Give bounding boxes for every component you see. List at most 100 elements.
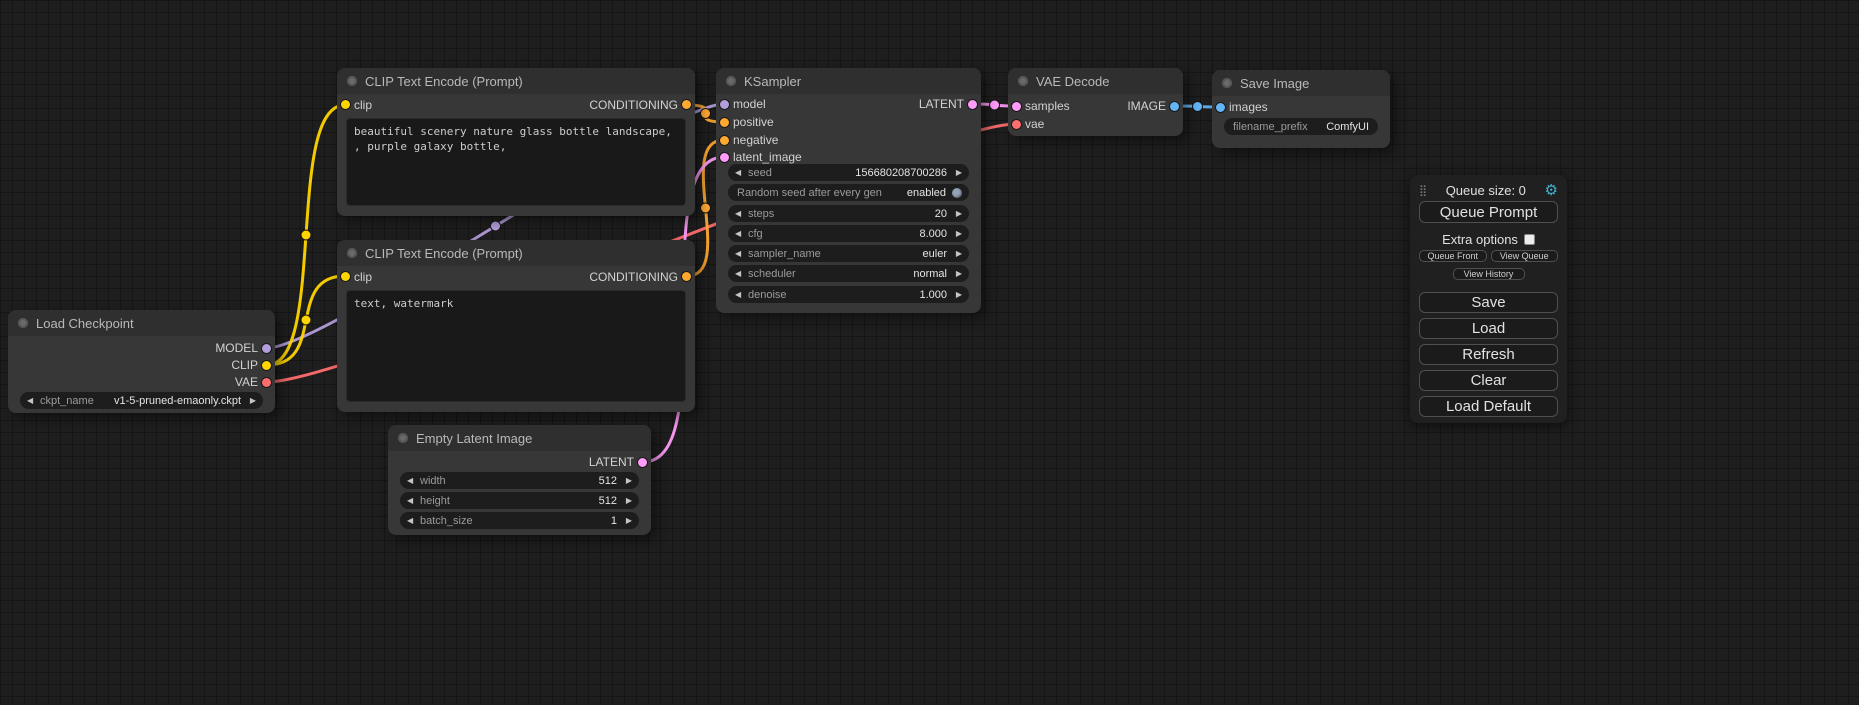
drag-handle-icon[interactable]: ⣿ [1419, 184, 1427, 197]
node-ksampler[interactable]: KSampler model positive negative latent_… [716, 68, 981, 313]
latent-output-port[interactable] [638, 458, 647, 467]
node-title-bar[interactable]: CLIP Text Encode (Prompt) [337, 240, 695, 266]
widget-name: scheduler [748, 268, 796, 280]
conditioning-output-port[interactable] [682, 272, 691, 281]
queue-panel[interactable]: ⣿ Queue size: 0 ⚙ Queue Prompt Extra opt… [1410, 175, 1567, 423]
load-button[interactable]: Load [1419, 318, 1558, 339]
model-output-port[interactable] [262, 344, 271, 353]
widget-denoise[interactable]: ◀ denoise 1.000 ▶ [728, 286, 969, 303]
widget-seed[interactable]: ◀ seed 156680208700286 ▶ [728, 164, 969, 181]
widget-value: normal [913, 268, 947, 280]
node-load-checkpoint[interactable]: Load Checkpoint MODEL CLIP VAE ◀ ckpt_na… [8, 310, 275, 413]
node-vae-decode[interactable]: VAE Decode samples vae IMAGE [1008, 68, 1183, 136]
increment-arrow-icon[interactable]: ▶ [622, 492, 632, 509]
increment-arrow-icon[interactable]: ▶ [622, 472, 632, 489]
images-input-port[interactable] [1216, 103, 1225, 112]
node-title-bar[interactable]: Empty Latent Image [388, 425, 651, 451]
widget-name: ckpt_name [40, 395, 94, 407]
node-title-bar[interactable]: Load Checkpoint [8, 310, 275, 336]
node-title-bar[interactable]: VAE Decode [1008, 68, 1183, 94]
negative-input-port[interactable] [720, 136, 729, 145]
positive-prompt-textarea[interactable]: beautiful scenery nature glass bottle la… [346, 118, 686, 206]
widget-scheduler[interactable]: ◀ scheduler normal ▶ [728, 265, 969, 282]
increment-arrow-icon[interactable]: ▶ [952, 245, 962, 262]
vae-output-label: VAE [235, 374, 258, 390]
increment-arrow-icon[interactable]: ▶ [952, 225, 962, 242]
node-title: KSampler [744, 74, 801, 89]
widget-height[interactable]: ◀ height 512 ▶ [400, 492, 639, 509]
queue-front-button[interactable]: Queue Front [1419, 250, 1487, 262]
increment-arrow-icon[interactable]: ▶ [622, 512, 632, 529]
widget-name: sampler_name [748, 248, 821, 260]
graph-canvas[interactable]: Load Checkpoint MODEL CLIP VAE ◀ ckpt_na… [0, 0, 1859, 705]
clip-input-port[interactable] [341, 100, 350, 109]
clip-input-port[interactable] [341, 272, 350, 281]
save-button[interactable]: Save [1419, 292, 1558, 313]
widget-value: v1-5-pruned-emaonly.ckpt [114, 395, 241, 407]
widget-sampler-name[interactable]: ◀ sampler_name euler ▶ [728, 245, 969, 262]
collapse-toggle-icon[interactable] [1018, 76, 1028, 86]
history-row: View History [1419, 265, 1558, 280]
increment-arrow-icon[interactable]: ▶ [952, 205, 962, 222]
clip-output-port[interactable] [262, 361, 271, 370]
collapse-toggle-icon[interactable] [347, 248, 357, 258]
widget-cfg[interactable]: ◀ cfg 8.000 ▶ [728, 225, 969, 242]
increment-arrow-icon[interactable]: ▶ [952, 164, 962, 181]
collapse-toggle-icon[interactable] [1222, 78, 1232, 88]
decrement-arrow-icon[interactable]: ◀ [735, 286, 745, 303]
node-title-bar[interactable]: CLIP Text Encode (Prompt) [337, 68, 695, 94]
widget-steps[interactable]: ◀ steps 20 ▶ [728, 205, 969, 222]
extra-options-row: Extra options [1419, 232, 1558, 247]
decrement-arrow-icon[interactable]: ◀ [735, 225, 745, 242]
widget-filename-prefix[interactable]: filename_prefix ComfyUI [1224, 118, 1378, 135]
decrement-arrow-icon[interactable]: ◀ [407, 512, 417, 529]
settings-gear-icon[interactable]: ⚙ [1545, 183, 1558, 198]
decrement-arrow-icon[interactable]: ◀ [735, 245, 745, 262]
view-queue-button[interactable]: View Queue [1491, 250, 1559, 262]
node-clip-text-encode-positive[interactable]: CLIP Text Encode (Prompt) clip CONDITION… [337, 68, 695, 216]
increment-arrow-icon[interactable]: ▶ [246, 392, 256, 409]
widget-value: 512 [599, 475, 617, 487]
decrement-arrow-icon[interactable]: ◀ [407, 472, 417, 489]
queue-prompt-button[interactable]: Queue Prompt [1419, 201, 1558, 223]
refresh-button[interactable]: Refresh [1419, 344, 1558, 365]
latent-output-port[interactable] [968, 100, 977, 109]
conditioning-output-port[interactable] [682, 100, 691, 109]
image-output-label: IMAGE [1127, 98, 1166, 114]
widget-batch-size[interactable]: ◀ batch_size 1 ▶ [400, 512, 639, 529]
model-input-port[interactable] [720, 100, 729, 109]
decrement-arrow-icon[interactable]: ◀ [407, 492, 417, 509]
widget-name: width [420, 475, 446, 487]
node-title-bar[interactable]: Save Image [1212, 70, 1390, 96]
decrement-arrow-icon[interactable]: ◀ [735, 164, 745, 181]
node-clip-text-encode-negative[interactable]: CLIP Text Encode (Prompt) clip CONDITION… [337, 240, 695, 412]
latent-image-input-port[interactable] [720, 153, 729, 162]
collapse-toggle-icon[interactable] [398, 433, 408, 443]
image-output-port[interactable] [1170, 102, 1179, 111]
positive-input-port[interactable] [720, 118, 729, 127]
vae-output-port[interactable] [262, 378, 271, 387]
vae-input-port[interactable] [1012, 120, 1021, 129]
toggle-dot-icon[interactable] [952, 188, 962, 198]
widget-name: height [420, 495, 450, 507]
widget-ckpt-name[interactable]: ◀ ckpt_name v1-5-pruned-emaonly.ckpt ▶ [20, 392, 263, 409]
widget-width[interactable]: ◀ width 512 ▶ [400, 472, 639, 489]
negative-prompt-textarea[interactable]: text, watermark [346, 290, 686, 402]
node-empty-latent-image[interactable]: Empty Latent Image LATENT ◀ width 512 ▶ … [388, 425, 651, 535]
view-history-button[interactable]: View History [1453, 268, 1525, 280]
node-title-bar[interactable]: KSampler [716, 68, 981, 94]
load-default-button[interactable]: Load Default [1419, 396, 1558, 417]
extra-options-checkbox[interactable] [1524, 234, 1535, 245]
clear-button[interactable]: Clear [1419, 370, 1558, 391]
widget-random-seed-toggle[interactable]: Random seed after every gen enabled [728, 184, 969, 201]
samples-input-port[interactable] [1012, 102, 1021, 111]
collapse-toggle-icon[interactable] [347, 76, 357, 86]
increment-arrow-icon[interactable]: ▶ [952, 265, 962, 282]
decrement-arrow-icon[interactable]: ◀ [27, 392, 37, 409]
collapse-toggle-icon[interactable] [18, 318, 28, 328]
decrement-arrow-icon[interactable]: ◀ [735, 205, 745, 222]
increment-arrow-icon[interactable]: ▶ [952, 286, 962, 303]
collapse-toggle-icon[interactable] [726, 76, 736, 86]
node-save-image[interactable]: Save Image images filename_prefix ComfyU… [1212, 70, 1390, 148]
decrement-arrow-icon[interactable]: ◀ [735, 265, 745, 282]
